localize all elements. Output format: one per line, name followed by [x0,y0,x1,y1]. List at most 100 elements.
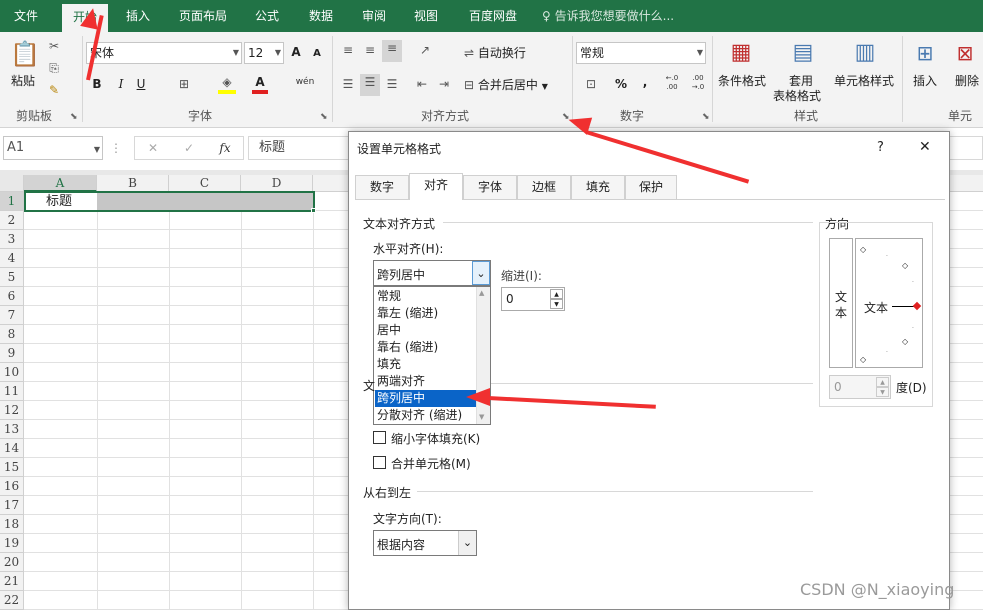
horizontal-align-option[interactable]: 靠右 (缩进) [375,339,476,356]
spin-down-icon[interactable]: ▼ [876,387,889,397]
row-header[interactable]: 18 [0,515,24,534]
horizontal-align-option[interactable]: 常规 [375,288,476,305]
spin-down-icon[interactable]: ▼ [550,299,563,309]
conditional-format-button[interactable]: 条件格式 [716,72,768,89]
close-icon[interactable]: ✕ [919,139,931,155]
degree-spinner[interactable]: 0 ▲ ▼ [829,375,891,399]
shrink-font-icon[interactable]: A [310,46,324,62]
row-header[interactable]: 9 [0,344,24,363]
row-header[interactable]: 19 [0,534,24,553]
row-header[interactable]: 22 [0,591,24,610]
row-header[interactable]: 4 [0,249,24,268]
orientation-dial[interactable]: 文本 ◇ ◇ ◇ ◇ · · · · [855,238,923,368]
scroll-down-icon[interactable]: ▼ [479,413,484,421]
chevron-down-icon[interactable]: ⌄ [472,261,490,285]
row-header[interactable]: 7 [0,306,24,325]
font-size-box[interactable]: 12 ▼ [244,42,284,64]
number-format-box[interactable]: 常规 ▼ [576,42,706,64]
tab-alignment[interactable]: 对齐 [409,173,463,200]
cell-styles-icon[interactable]: ▥ [852,38,878,68]
horizontal-align-option[interactable]: 分散对齐 (缩进) [375,407,476,424]
horizontal-align-option[interactable]: 靠左 (缩进) [375,305,476,322]
column-header-b[interactable]: B [97,175,169,192]
row-header[interactable]: 21 [0,572,24,591]
paste-icon[interactable]: 📋 [10,38,40,70]
cancel-icon[interactable]: ✕ [145,140,161,156]
bottom-align-icon[interactable]: ≡ [382,40,402,62]
delete-cells-button[interactable]: 删除 [952,72,982,89]
help-button[interactable]: ? [877,140,884,155]
paste-button[interactable]: 粘贴 [8,72,38,89]
tab-view[interactable]: 视图 [404,0,448,32]
clipboard-launcher-icon[interactable]: ⬊ [70,112,78,122]
row-header[interactable]: 2 [0,211,24,230]
spin-up-icon[interactable]: ▲ [550,289,563,299]
tab-page-layout[interactable]: 页面布局 [170,0,236,32]
align-right-icon[interactable]: ☰ [384,76,400,92]
fill-color-icon[interactable]: ◈ [218,74,236,94]
tab-border[interactable]: 边框 [517,175,571,199]
row-header[interactable]: 13 [0,420,24,439]
row-header[interactable]: 1 [0,192,24,211]
decrease-decimal-button[interactable]: .00 →.0 [688,74,708,92]
merge-center-button[interactable]: ⊟ 合并后居中 ▼ [464,76,548,93]
increase-decimal-button[interactable]: ←.0 .00 [662,74,682,92]
column-header-a[interactable]: A [24,175,97,192]
row-header[interactable]: 17 [0,496,24,515]
column-header-c[interactable]: C [169,175,241,192]
insert-cells-icon[interactable]: ⊞ [912,38,938,68]
indent-spinner[interactable]: 0 ▲ ▼ [501,287,565,311]
row-header[interactable]: 11 [0,382,24,401]
cell-styles-button[interactable]: 单元格样式 [832,72,896,89]
copy-icon[interactable]: ⎘ [46,60,62,76]
row-header[interactable]: 6 [0,287,24,306]
scroll-up-icon[interactable]: ▲ [479,289,484,297]
horizontal-align-option[interactable]: 居中 [375,322,476,339]
format-table-icon[interactable]: ▤ [790,38,816,68]
wrap-text-button[interactable]: ⇌ 自动换行 [464,44,526,61]
italic-button[interactable]: I [114,76,128,92]
top-align-icon[interactable]: ≡ [340,42,356,58]
phonetic-icon[interactable]: wén [294,74,316,90]
tab-number[interactable]: 数字 [355,175,409,199]
format-table-button-2[interactable]: 表格格式 [770,87,824,104]
tab-file[interactable]: 文件 [0,0,52,32]
merge-cells-checkbox[interactable] [373,456,386,469]
border-icon[interactable]: ⊞ [176,76,192,92]
bold-button[interactable]: B [90,76,104,92]
row-header[interactable]: 15 [0,458,24,477]
tab-font[interactable]: 字体 [463,175,517,199]
comma-button[interactable]: , [640,74,650,90]
font-launcher-icon[interactable]: ⬊ [320,112,328,122]
text-direction-select[interactable]: 根据内容 ⌄ [373,530,477,556]
percent-button[interactable]: % [614,76,628,92]
insert-cells-button[interactable]: 插入 [910,72,940,89]
tab-baidu[interactable]: 百度网盘 [458,0,528,32]
row-header[interactable]: 10 [0,363,24,382]
horizontal-align-option[interactable]: 跨列居中 [375,390,476,407]
decrease-indent-icon[interactable]: ⇤ [414,76,430,92]
currency-icon[interactable]: ⊡ [580,76,602,92]
tab-insert[interactable]: 插入 [114,0,162,32]
row-header[interactable]: 8 [0,325,24,344]
vertical-text-box[interactable]: 文本 [829,238,853,368]
row-header[interactable]: 16 [0,477,24,496]
grow-font-icon[interactable]: A [288,44,304,60]
tab-fill[interactable]: 填充 [571,175,625,199]
horizontal-align-select[interactable]: 跨列居中 ⌄ [373,260,491,286]
row-header[interactable]: 5 [0,268,24,287]
cut-icon[interactable]: ✂ [46,38,62,54]
column-header-d[interactable]: D [241,175,313,192]
select-all-button[interactable] [0,175,24,192]
row-header[interactable]: 3 [0,230,24,249]
dial-handle[interactable] [912,301,922,311]
underline-button[interactable]: U [134,76,148,92]
tab-review[interactable]: 审阅 [352,0,396,32]
increase-indent-icon[interactable]: ⇥ [436,76,452,92]
chevron-down-icon[interactable]: ⌄ [458,531,476,555]
insert-function-icon[interactable]: fx [217,140,233,156]
tell-me-box[interactable]: ♀ 告诉我您想要做什么... [542,0,674,32]
delete-cells-icon[interactable]: ⊠ [952,38,978,68]
font-name-box[interactable]: 宋体 ▼ [86,42,242,64]
align-left-icon[interactable]: ☰ [340,76,356,92]
